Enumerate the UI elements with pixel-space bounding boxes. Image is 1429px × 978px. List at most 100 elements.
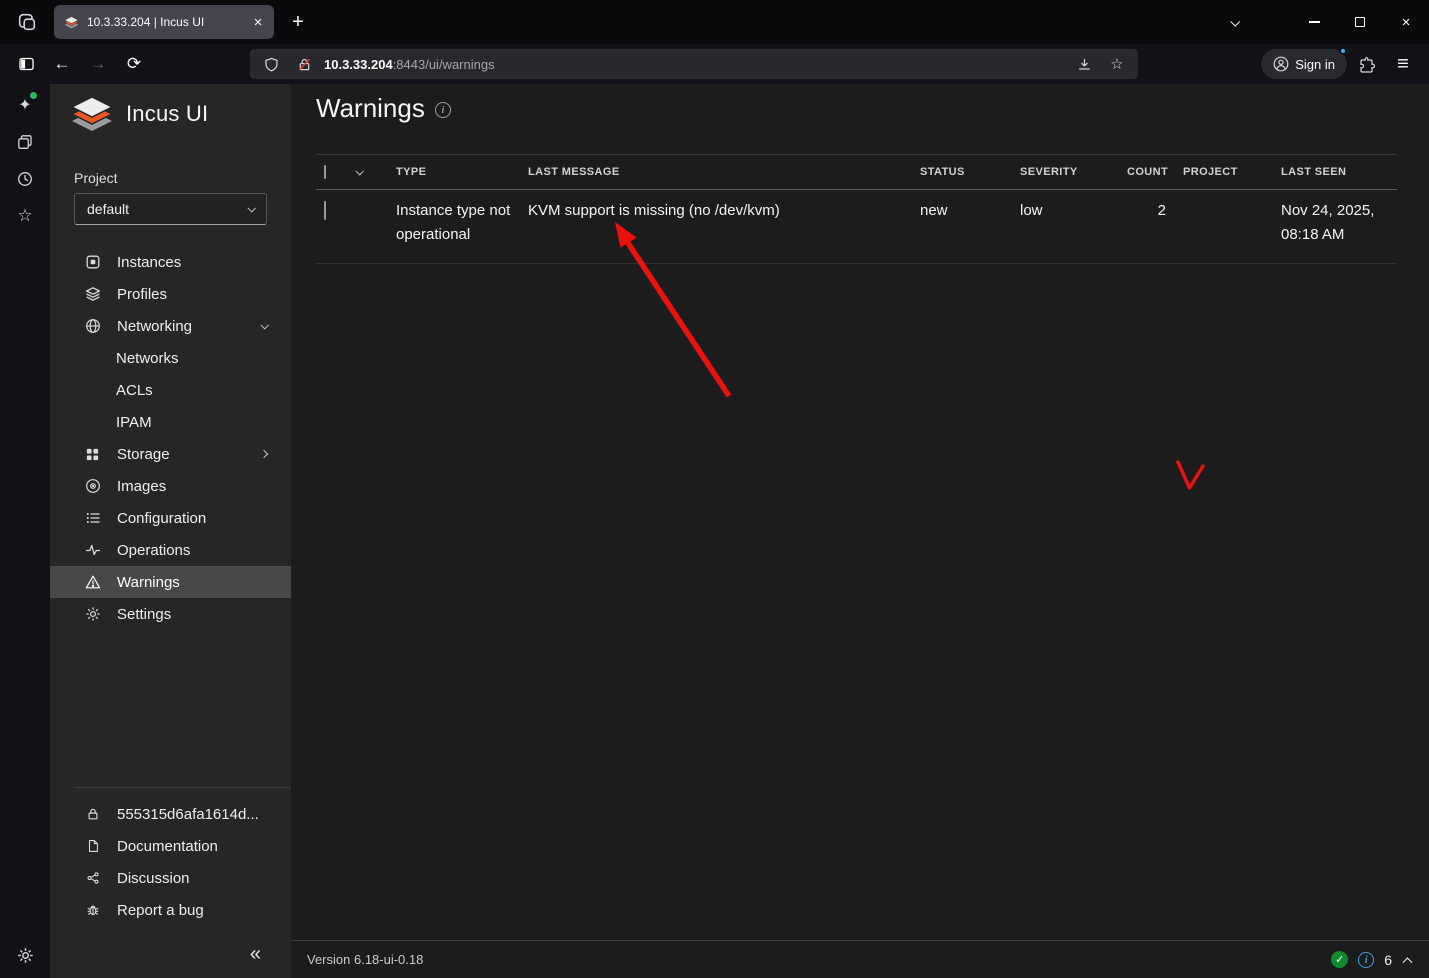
brand: Incus UI bbox=[50, 84, 291, 134]
sidebar-toggle-icon bbox=[18, 56, 35, 72]
column-header-type[interactable]: TYPE bbox=[396, 166, 528, 178]
operations-pulse-icon bbox=[84, 542, 101, 558]
collapse-sidebar-button[interactable]: « bbox=[250, 944, 261, 964]
sidebar-item-images[interactable]: Images bbox=[50, 470, 291, 502]
sidebar-item-label: 555315d6afa1614d... bbox=[117, 806, 259, 823]
main-panel: Warnings i TYPE LAST MESSAGE STATUS SEVE… bbox=[291, 84, 1429, 978]
status-ok-icon[interactable]: ✓ bbox=[1331, 951, 1348, 968]
bookmarks-button[interactable]: ☆ bbox=[7, 199, 43, 233]
version-label: Version 6.18-ui-0.18 bbox=[307, 952, 423, 967]
bug-icon bbox=[84, 903, 101, 917]
storage-grid-icon bbox=[84, 447, 101, 462]
sidebar-item-label: Settings bbox=[117, 606, 171, 623]
profiles-layers-icon bbox=[84, 286, 101, 302]
firefox-view-button[interactable] bbox=[10, 6, 44, 38]
maximize-button[interactable] bbox=[1337, 0, 1383, 44]
sidebar-item-report-bug[interactable]: Report a bug bbox=[50, 894, 291, 926]
sidebar-toggle-button[interactable] bbox=[10, 49, 42, 79]
notification-dot bbox=[1339, 47, 1347, 55]
cell-count: 2 bbox=[1127, 199, 1166, 223]
divider bbox=[74, 787, 291, 788]
column-header-project[interactable]: PROJECT bbox=[1183, 166, 1281, 178]
sidebar-item-instances[interactable]: Instances bbox=[50, 246, 291, 278]
expand-all-chevron-icon[interactable] bbox=[355, 167, 363, 175]
sidebar-item-certificate[interactable]: 555315d6afa1614d... bbox=[50, 798, 291, 830]
app-title: Incus UI bbox=[126, 101, 208, 127]
sidebar-item-storage[interactable]: Storage bbox=[50, 438, 291, 470]
connection-lock-icon[interactable] bbox=[291, 51, 317, 77]
sidebar-item-networking[interactable]: Networking bbox=[50, 310, 291, 342]
ai-chatbot-button[interactable]: ✦ bbox=[7, 88, 43, 122]
warning-triangle-icon bbox=[84, 574, 101, 590]
sidebar-item-profiles[interactable]: Profiles bbox=[50, 278, 291, 310]
ai-status-dot bbox=[30, 92, 37, 99]
chevron-down-icon bbox=[247, 204, 255, 212]
column-header-last-message[interactable]: LAST MESSAGE bbox=[528, 166, 920, 178]
sidebar-item-ipam[interactable]: IPAM bbox=[50, 406, 291, 438]
column-header-status[interactable]: STATUS bbox=[920, 166, 1020, 178]
project-label: Project bbox=[74, 170, 267, 186]
incus-sidebar: Incus UI Project default Instances bbox=[50, 84, 291, 978]
bookmark-star-icon[interactable]: ☆ bbox=[1104, 51, 1130, 77]
cell-last-message: KVM support is missing (no /dev/kvm) bbox=[528, 199, 920, 223]
settings-gear-icon bbox=[84, 606, 101, 622]
save-page-icon[interactable] bbox=[1071, 51, 1097, 77]
sidebar-item-discussion[interactable]: Discussion bbox=[50, 862, 291, 894]
forward-button[interactable]: → bbox=[82, 49, 114, 79]
column-header-severity[interactable]: SEVERITY bbox=[1020, 166, 1127, 178]
lock-icon bbox=[84, 807, 101, 821]
instances-icon bbox=[84, 254, 101, 270]
column-header-count[interactable]: COUNT bbox=[1127, 166, 1166, 178]
firefox-view-icon bbox=[18, 13, 36, 31]
warnings-table: TYPE LAST MESSAGE STATUS SEVERITY COUNT … bbox=[316, 154, 1397, 264]
account-icon bbox=[1273, 56, 1289, 72]
chevron-down-icon[interactable] bbox=[260, 321, 268, 329]
tab-strip: 10.3.33.204 | Incus UI × + × bbox=[0, 0, 1429, 44]
sign-in-label: Sign in bbox=[1295, 57, 1335, 72]
tab-favicon-incus-icon bbox=[64, 16, 79, 29]
sidebar-settings-button[interactable] bbox=[7, 938, 43, 972]
extensions-button[interactable] bbox=[1351, 49, 1383, 79]
browser-tab[interactable]: 10.3.33.204 | Incus UI × bbox=[54, 5, 274, 39]
sidebar-item-configuration[interactable]: Configuration bbox=[50, 502, 291, 534]
navigation-toolbar: ← → ⟳ 10.3.33.204:8443/ui/warnings bbox=[0, 44, 1429, 84]
sidebar-item-operations[interactable]: Operations bbox=[50, 534, 291, 566]
minimize-button[interactable] bbox=[1291, 0, 1337, 44]
chevron-right-icon[interactable] bbox=[260, 450, 268, 458]
sidebar-item-label: Operations bbox=[117, 542, 190, 559]
sidebar-item-settings[interactable]: Settings bbox=[50, 598, 291, 630]
reload-button[interactable]: ⟳ bbox=[118, 49, 150, 79]
help-info-icon[interactable]: i bbox=[435, 102, 451, 118]
sidebar-item-warnings[interactable]: Warnings bbox=[50, 566, 291, 598]
history-button[interactable] bbox=[7, 162, 43, 196]
project-selected-value: default bbox=[87, 201, 129, 217]
column-header-last-seen[interactable]: LAST SEEN bbox=[1281, 166, 1397, 178]
sign-in-button[interactable]: Sign in bbox=[1261, 49, 1347, 79]
sidebar-item-label: IPAM bbox=[116, 414, 152, 431]
row-checkbox[interactable] bbox=[324, 201, 326, 220]
new-tab-button[interactable]: + bbox=[282, 6, 314, 38]
images-disc-icon bbox=[84, 478, 101, 494]
url-bar[interactable]: 10.3.33.204:8443/ui/warnings ☆ bbox=[250, 49, 1138, 79]
sidebar-item-networks[interactable]: Networks bbox=[50, 342, 291, 374]
synced-tabs-button[interactable] bbox=[7, 125, 43, 159]
bookmarks-star-icon: ☆ bbox=[17, 206, 32, 226]
back-button[interactable]: ← bbox=[46, 49, 78, 79]
tab-close-icon[interactable]: × bbox=[248, 12, 268, 32]
sidebar-item-acls[interactable]: ACLs bbox=[50, 374, 291, 406]
table-header-row: TYPE LAST MESSAGE STATUS SEVERITY COUNT … bbox=[316, 154, 1397, 190]
status-bar-right: ✓ i 6 bbox=[1331, 951, 1411, 968]
sidebar-item-label: Profiles bbox=[117, 286, 167, 303]
close-window-button[interactable]: × bbox=[1383, 0, 1429, 44]
select-all-checkbox[interactable] bbox=[324, 165, 326, 179]
sidebar-item-documentation[interactable]: Documentation bbox=[50, 830, 291, 862]
chevron-up-icon[interactable] bbox=[1403, 957, 1413, 967]
list-all-tabs-button[interactable] bbox=[1217, 6, 1251, 38]
sidebar-item-label: Storage bbox=[117, 446, 170, 463]
tracking-protection-shield-icon[interactable] bbox=[258, 51, 284, 77]
status-info-icon[interactable]: i bbox=[1358, 952, 1374, 968]
url-text: 10.3.33.204:8443/ui/warnings bbox=[324, 57, 495, 72]
sidebar-item-label: Networks bbox=[116, 350, 179, 367]
menu-hamburger-icon[interactable]: ≡ bbox=[1387, 49, 1419, 79]
project-select[interactable]: default bbox=[74, 193, 267, 225]
